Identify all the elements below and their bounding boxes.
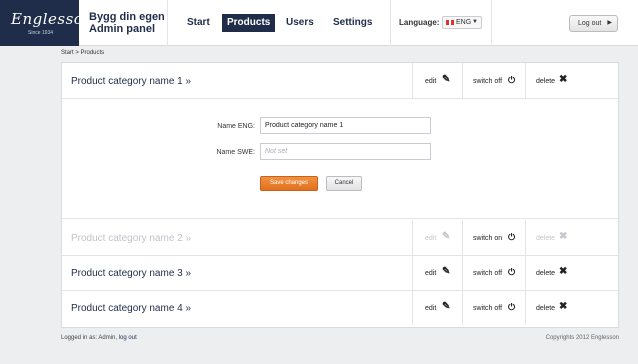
divider [491,0,492,46]
nav-products[interactable]: Products [222,14,276,32]
power-icon: ⏻ [508,75,516,85]
breadcrumb: Start > Products [61,50,105,56]
footer-logout-link[interactable]: log out [119,335,137,341]
divider [390,0,391,46]
product-row: Product category name 2 » edit ✎ switch … [62,220,618,256]
switch-label: switch off [473,305,503,312]
cancel-button[interactable]: Cancel [326,176,362,191]
switch-toggle-button[interactable]: switch off ⏻ [462,63,525,98]
product-name-link[interactable]: Product category name 2 » [71,233,191,244]
language-select[interactable]: ENG ▼ [442,16,482,29]
language-label: Language: [399,18,440,27]
pencil-icon: ✎ [442,301,451,312]
switch-label: switch off [473,78,503,85]
language-value: ENG [456,19,472,26]
save-button[interactable]: Save changes [260,176,318,191]
brand-title: Bygg din egen Admin panel [89,11,169,35]
edit-form: Name ENG: Name SWE: Save changes Cancel [62,99,618,219]
close-icon: ✖ [559,301,568,312]
power-icon: ⏻ [508,302,516,312]
delete-label: delete [536,78,556,85]
delete-label: delete [536,270,556,277]
product-row: Product category name 4 » edit ✎ switch … [62,290,618,326]
edit-button: edit ✎ [412,220,462,255]
power-icon: ⏻ [508,267,516,277]
close-icon: ✖ [559,74,568,85]
brand-title-line2: Admin panel [89,23,156,35]
copyright-text: Copyrights 2012 Englesson [545,335,619,341]
product-row: Product category name 1 » edit ✎ switch … [62,63,618,99]
power-icon: ⏻ [508,232,516,242]
play-arrow-icon: ▶ [607,20,612,26]
edit-button[interactable]: edit ✎ [412,290,462,325]
switch-toggle-button[interactable]: switch off ⏻ [462,290,525,325]
delete-label: delete [536,305,556,312]
chevron-down-icon: ▼ [472,19,478,25]
nav-settings[interactable]: Settings [328,14,377,32]
name-eng-label: Name ENG: [217,123,255,130]
product-name-link[interactable]: Product category name 4 » [71,303,191,314]
header: Englesson Since 1934 Bygg din egen Admin… [0,0,638,46]
nav-users[interactable]: Users [281,14,319,32]
products-panel: Product category name 1 » edit ✎ switch … [61,62,619,328]
switch-label: switch off [473,270,503,277]
close-icon: ✖ [559,266,568,277]
uk-flag-icon [446,19,454,25]
pencil-icon: ✎ [442,231,451,242]
close-icon: ✖ [559,231,568,242]
nav-start[interactable]: Start [182,14,215,32]
product-name-link[interactable]: Product category name 1 » [71,76,191,87]
edit-button[interactable]: edit ✎ [412,255,462,290]
footer-login-status: Logged in as: Admin, log out [61,335,137,341]
switch-label: switch on [473,235,503,242]
switch-toggle-button[interactable]: switch on ⏻ [462,220,525,255]
name-eng-input[interactable] [260,117,431,134]
pencil-icon: ✎ [442,266,451,277]
pencil-icon: ✎ [442,74,451,85]
product-name-link[interactable]: Product category name 3 » [71,268,191,279]
logout-button-label: Log out [578,20,602,27]
logo[interactable]: Englesson Since 1934 [0,0,93,46]
name-swe-input[interactable] [260,143,431,160]
brand-title-line1: Bygg din egen [89,11,165,23]
product-row: Product category name 3 » edit ✎ switch … [62,255,618,291]
logo-text: Englesson [11,10,94,28]
logged-in-text: Logged in as: Admin, [61,335,118,341]
logout-button[interactable]: Log out ▶ [569,15,618,32]
delete-button: delete ✖ [525,220,618,255]
edit-button[interactable]: edit ✎ [412,63,462,98]
name-swe-label: Name SWE: [216,149,255,156]
switch-toggle-button[interactable]: switch off ⏻ [462,255,525,290]
logo-since: Since 1934 [28,30,54,36]
edit-label: edit [425,305,437,312]
delete-label: delete [536,235,556,242]
edit-label: edit [425,235,437,242]
edit-label: edit [425,78,437,85]
delete-button[interactable]: delete ✖ [525,255,618,290]
divider [167,0,168,46]
delete-button[interactable]: delete ✖ [525,290,618,325]
edit-label: edit [425,270,437,277]
delete-button[interactable]: delete ✖ [525,63,618,98]
